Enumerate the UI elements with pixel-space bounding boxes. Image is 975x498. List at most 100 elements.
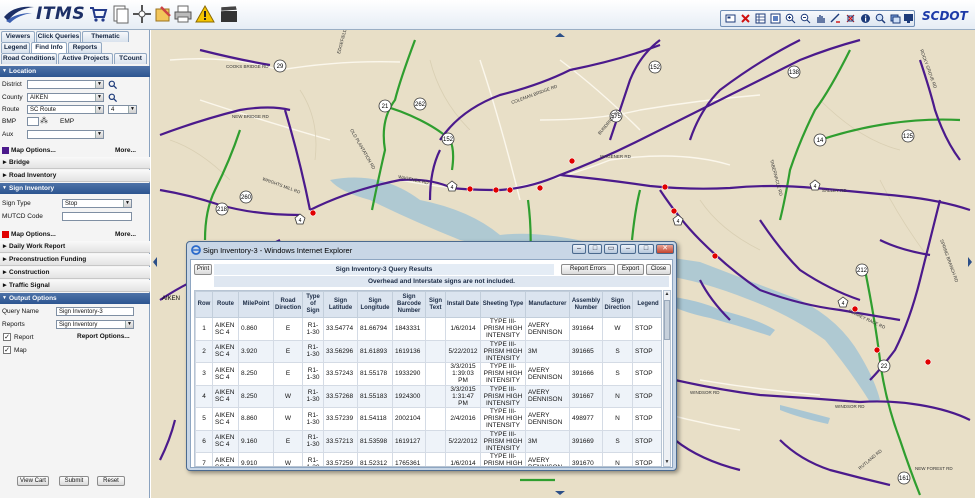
aux-select[interactable]: ▼ [27,130,104,139]
tab-tcount[interactable]: TCount [114,53,147,64]
clapperboard-icon[interactable] [219,4,239,24]
submit-button[interactable]: Submit [59,476,89,486]
location-color-swatch[interactable] [2,147,9,154]
sign-more-link[interactable]: More... [115,231,136,238]
sign-map-options-link[interactable]: Map Options... [11,231,56,238]
column-header[interactable]: MilePoint [238,291,274,318]
column-header[interactable]: Assembly Number [569,291,603,318]
tab-click-queries[interactable]: Click Queries [36,31,81,42]
column-header[interactable]: Route [212,291,239,318]
scrollbar-thumb[interactable] [664,300,670,340]
mutcd-code-input[interactable] [62,212,132,221]
edit-note-icon[interactable] [153,4,173,24]
route-number-select[interactable]: 4 ▼ [108,105,137,114]
sign-point[interactable] [711,252,719,260]
identify-icon[interactable] [860,13,871,24]
search-icon[interactable] [108,80,117,89]
location-more-link[interactable]: More... [115,147,136,154]
column-header[interactable]: Road Direction [273,291,303,318]
sign-color-swatch[interactable] [2,231,9,238]
measure-icon[interactable] [830,13,841,24]
sign-point[interactable] [924,358,932,366]
traffic-signal-section[interactable]: Traffic Signal [0,280,150,292]
sign-point[interactable] [466,185,474,193]
reports-select[interactable]: Sign Inventory ▼ [56,320,134,329]
export-button[interactable]: Export [617,264,644,275]
sign-point[interactable] [536,184,544,192]
report-options-link[interactable]: Report Options... [77,333,130,340]
location-header[interactable]: Location [0,66,150,77]
pan-down-arrow[interactable] [555,491,565,495]
reset-button[interactable]: Reset [97,476,125,486]
table-grid-icon[interactable] [755,13,766,24]
tab-legend[interactable]: Legend [1,42,30,53]
daily-work-report-section[interactable]: Daily Work Report [0,241,150,253]
sign-inventory-header[interactable]: Sign Inventory [0,183,150,194]
zoom-in-icon[interactable] [785,13,796,24]
cart-icon[interactable] [88,4,108,24]
table-row[interactable]: 1 AIKEN SC 4 0.860 E R1-1-30 33.54774 81.66794… [195,317,661,341]
pan-right-arrow[interactable] [968,257,972,267]
search-map-icon[interactable] [875,13,886,24]
crosshair-icon[interactable] [132,4,152,24]
output-options-header[interactable]: Output Options [0,293,150,304]
sign-point[interactable] [661,183,669,191]
tab-reports[interactable]: Reports [68,42,102,53]
pan-left-arrow[interactable] [153,257,157,267]
sign-point[interactable] [851,305,859,313]
tab-thematic[interactable]: Thematic [82,31,129,42]
document-icon[interactable] [110,4,130,24]
layers-icon[interactable] [890,13,901,24]
sign-point[interactable] [568,157,576,165]
pan-up-arrow[interactable] [555,33,565,37]
report-errors-button[interactable]: Report Errors [561,264,615,275]
full-extent-icon[interactable] [770,13,781,24]
sign-point[interactable] [309,209,317,217]
county-select[interactable]: AIKEN ▼ [27,93,104,102]
road-inventory-section[interactable]: Road Inventory [0,170,150,182]
minimize-icon[interactable]: – [572,244,586,254]
location-map-options-link[interactable]: Map Options... [11,147,56,154]
bmp-field[interactable] [27,117,39,126]
column-header[interactable]: Sign Text [425,291,446,318]
tab-active-projects[interactable]: Active Projects [58,53,113,64]
report-checkbox[interactable]: ✓ [3,333,11,341]
sign-point[interactable] [873,346,881,354]
sign-type-select[interactable]: Stop ▼ [62,199,132,208]
print-button[interactable]: Print [194,264,212,275]
route-type-select[interactable]: SC Route ▼ [27,105,104,114]
column-header[interactable]: Manufacturer [525,291,570,318]
sign-point[interactable] [492,186,500,194]
sign-point[interactable] [670,207,678,215]
tab-road-conditions[interactable]: Road Conditions [1,53,57,64]
column-header[interactable]: Sign Barcode Number [392,291,426,318]
printer-icon[interactable] [173,4,193,24]
column-header[interactable]: Sign Longitude [357,291,393,318]
construction-section[interactable]: Construction [0,267,150,279]
maximize-icon[interactable]: □ [638,244,654,254]
table-row[interactable]: 5 AIKEN SC 4 8.860 W R1-1-30 33.57239 81.54118… [195,407,661,431]
bridge-section[interactable]: Bridge [0,157,150,169]
tab-viewers[interactable]: Viewers [1,31,35,42]
table-row[interactable]: 7AIKEN SC 49.910WR1-1-3033.5725981.52312… [195,452,661,466]
map-checkbox[interactable]: ✓ [3,346,11,354]
close-button[interactable]: Close [646,264,671,275]
view-cart-button[interactable]: View Cart [17,476,49,486]
column-header[interactable]: Legend [632,291,661,318]
search-icon[interactable] [108,93,117,102]
column-header[interactable]: Install Date [445,291,481,318]
table-row[interactable]: 3 AIKEN SC 4 8.250 E R1-1-30 33.57243 81.55178… [195,362,661,386]
monitor-icon[interactable] [903,13,914,24]
table-row[interactable]: 4 AIKEN SC 4 8.250 W R1-1-30 33.57268 81.55183… [195,384,661,408]
close-icon[interactable]: ✕ [656,244,674,254]
column-header[interactable]: Row [195,291,213,318]
query-name-input[interactable]: Sign Inventory-3 [56,307,134,316]
table-row[interactable]: 2 AIKEN SC 4 3.920 E R1-1-30 33.56296 81.61893… [195,339,661,363]
tab-find-info[interactable]: Find Info [31,42,67,53]
zoom-out-icon[interactable] [800,13,811,24]
column-header[interactable]: Sheeting Type [480,291,526,318]
scroll-up-icon[interactable]: ▲ [664,291,670,298]
sign-point[interactable] [506,186,514,194]
column-header[interactable]: Sign Latitude [323,291,358,318]
column-header[interactable]: Sign Direction [602,291,633,318]
